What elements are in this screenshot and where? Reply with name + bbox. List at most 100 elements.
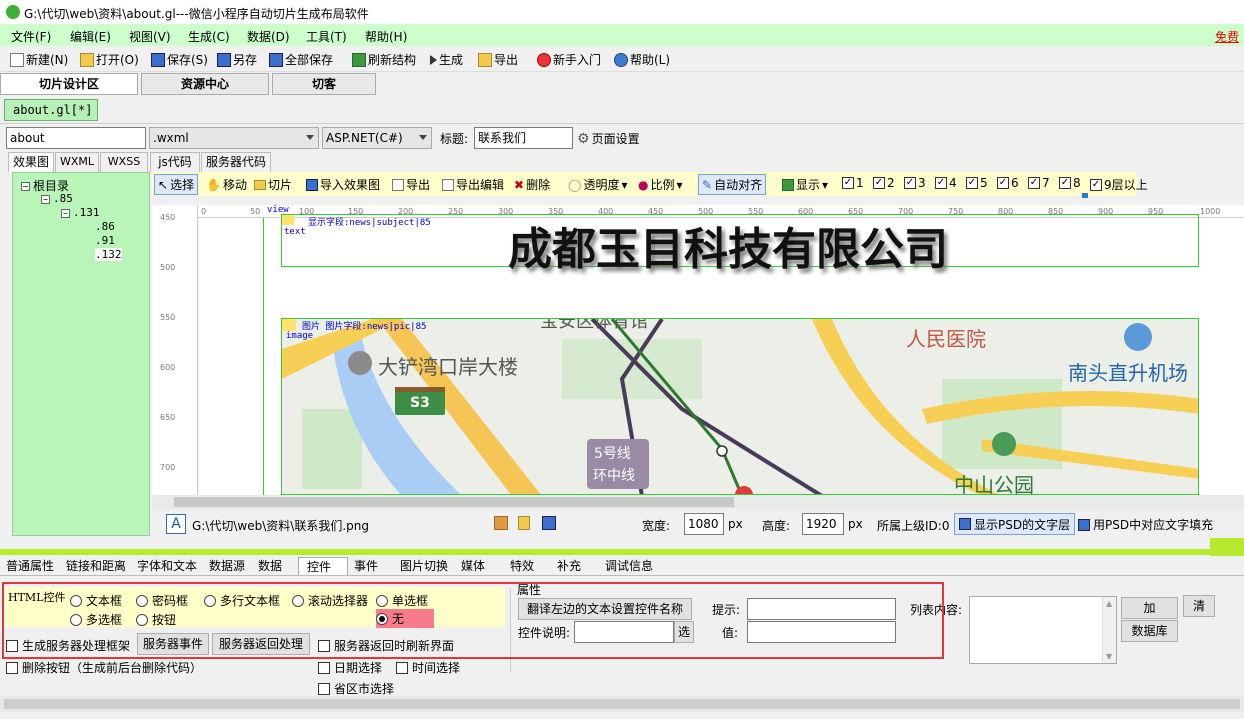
clear-button[interactable]: 清	[1183, 595, 1215, 617]
layer-9plus-checkbox[interactable]: ✓ 9层以上	[1090, 176, 1148, 193]
tab-font-text[interactable]: 字体和文本	[137, 557, 197, 575]
save-button[interactable]: 保存(S)	[151, 51, 208, 68]
panel-hscroll[interactable]	[0, 696, 1244, 712]
view-tabs: 效果图 WXML WXSS js代码 服务器代码	[0, 152, 280, 172]
layer-4-checkbox[interactable]: ✓ 4	[935, 176, 957, 190]
text-field-label: 显示字段:news|subject|85	[308, 218, 431, 228]
tab-data[interactable]: 数据	[258, 557, 282, 575]
tab-supplement[interactable]: 补充	[557, 557, 581, 575]
height-input[interactable]: 1920	[802, 513, 844, 535]
delete-button[interactable]: ✖ 删除	[514, 176, 550, 193]
layer-8-checkbox[interactable]: ✓ 8	[1059, 176, 1081, 190]
tab-datasource[interactable]: 数据源	[209, 557, 245, 575]
tree-leaf-91[interactable]: .91	[95, 234, 115, 247]
tab-preview[interactable]: 效果图	[8, 152, 54, 172]
move-tool[interactable]: ✋ 移动	[206, 176, 247, 193]
delete-button-checkbox[interactable]: 删除按钮（生成前后台删除代码）	[6, 659, 202, 676]
tab-wxss[interactable]: WXSS	[100, 152, 148, 172]
extension-select[interactable]: .wxml	[149, 127, 319, 149]
tab-js[interactable]: js代码	[150, 152, 200, 172]
database-button[interactable]: 数据库	[1121, 620, 1178, 642]
design-canvas[interactable]: view 显示字段:news|subject|85 text 成都玉目科技有限公…	[199, 205, 1244, 495]
layer-3-checkbox[interactable]: ✓ 3	[904, 176, 926, 190]
tutorial-button[interactable]: 新手入门	[537, 51, 601, 68]
menu-file[interactable]: 文件(F)	[11, 28, 51, 45]
select-tool[interactable]: ↖ 选择	[154, 174, 199, 195]
language-select[interactable]: ASP.NET(C#)	[322, 127, 432, 149]
menu-edit[interactable]: 编辑(E)	[70, 28, 111, 45]
page-settings-button[interactable]: ⚙ 页面设置	[577, 130, 640, 147]
tab-resource-center[interactable]: 资源中心	[141, 73, 269, 95]
export-slice-button[interactable]: 导出	[392, 176, 430, 193]
new-button[interactable]: 新建(N)	[10, 51, 68, 68]
checkbox-checked-icon: ✓	[904, 177, 916, 189]
tab-media[interactable]: 媒体	[461, 557, 485, 575]
export-edit-button[interactable]: 导出编辑	[442, 176, 504, 193]
tab-effects[interactable]: 特效	[510, 557, 534, 575]
menu-generate[interactable]: 生成(C)	[188, 28, 230, 45]
tab-slice-design[interactable]: 切片设计区	[0, 73, 138, 95]
tab-events[interactable]: 事件	[354, 557, 378, 575]
fill-psd-text-button[interactable]: 用PSD中对应文字填充	[1078, 516, 1213, 533]
title-input[interactable]: 联系我们	[474, 127, 573, 149]
save-all-button[interactable]: 全部保存	[269, 51, 333, 68]
layer-5-checkbox[interactable]: ✓ 5	[966, 176, 988, 190]
open-button[interactable]: 打开(O)	[80, 51, 139, 68]
list-content-textarea[interactable]: ▲ ▼	[969, 596, 1117, 664]
scroll-thumb[interactable]	[174, 497, 734, 507]
tab-server-code[interactable]: 服务器代码	[201, 152, 271, 172]
save-disk-icon[interactable]	[542, 516, 556, 530]
layer-6-checkbox[interactable]: ✓ 6	[997, 176, 1019, 190]
add-button[interactable]: 加	[1121, 597, 1178, 619]
tab-debug[interactable]: 调试信息	[605, 557, 653, 575]
layer-2-checkbox[interactable]: ✓ 2	[873, 176, 895, 190]
tree-leaf-86[interactable]: .86	[95, 220, 115, 233]
help-button[interactable]: 帮助(L)	[614, 51, 670, 68]
free-link[interactable]: 免费	[1215, 28, 1239, 45]
textarea-scrollbar[interactable]: ▲ ▼	[1102, 597, 1116, 663]
opacity-dropdown[interactable]: ◯ 透明度 ▾	[568, 176, 627, 193]
menu-data[interactable]: 数据(D)	[247, 28, 290, 45]
map-pin-icon[interactable]	[494, 516, 508, 530]
chevron-down-icon[interactable]: ▼	[1106, 652, 1112, 661]
tab-qieke[interactable]: 切客	[272, 73, 376, 95]
file-tab-about[interactable]: about.gl[*]	[4, 99, 98, 121]
date-picker-checkbox[interactable]: 日期选择	[318, 659, 382, 676]
display-dropdown[interactable]: 显示 ▾	[782, 176, 828, 193]
tree-leaf-132[interactable]: .132	[95, 248, 122, 261]
canvas-hscroll[interactable]	[152, 495, 1244, 509]
highlight-frame	[2, 582, 944, 659]
width-input[interactable]: 1080	[684, 513, 724, 535]
tab-link-distance[interactable]: 链接和距离	[66, 557, 126, 575]
generate-button[interactable]: 生成	[430, 51, 463, 68]
title-bar: G:\代切\web\资料\about.gl---微信小程序自动切片生成布局软件	[0, 0, 1244, 24]
save-as-button[interactable]: 另存	[217, 51, 257, 68]
font-icon[interactable]: A	[166, 514, 186, 534]
show-psd-text-toggle[interactable]: 显示PSD的文字层	[954, 513, 1076, 535]
slice-tool[interactable]: 切片	[254, 176, 292, 193]
menu-view[interactable]: 视图(V)	[129, 28, 171, 45]
layer-1-checkbox[interactable]: ✓ 1	[842, 176, 864, 190]
tab-wxml[interactable]: WXML	[55, 152, 99, 172]
image-slice[interactable]: 图片 图片字段:news|pic|85 image 宝安区体育馆 大铲湾口岸大楼…	[281, 318, 1199, 495]
tab-image-switch[interactable]: 图片切换	[400, 557, 448, 575]
tree-node-85[interactable]: − .85	[41, 192, 73, 205]
layer-7-checkbox[interactable]: ✓ 7	[1028, 176, 1050, 190]
tab-general[interactable]: 普通属性	[6, 557, 54, 575]
menu-help[interactable]: 帮助(H)	[365, 28, 407, 45]
text-slice[interactable]: 显示字段:news|subject|85 text 成都玉目科技有限公司	[281, 214, 1199, 275]
chevron-up-icon[interactable]: ▲	[1106, 599, 1112, 608]
ratio-dropdown[interactable]: ● 比例 ▾	[638, 176, 683, 193]
scroll-thumb[interactable]	[4, 699, 1240, 709]
tab-controls[interactable]: 控件	[298, 557, 348, 575]
page-name-input[interactable]: about	[6, 127, 146, 149]
import-image-button[interactable]: 导入效果图	[306, 176, 380, 193]
auto-align-toggle[interactable]: ✎ 自动对齐	[698, 174, 767, 195]
menu-tools[interactable]: 工具(T)	[306, 28, 347, 45]
export-button[interactable]: 导出	[478, 51, 518, 68]
open-folder-icon[interactable]	[518, 516, 530, 530]
refresh-button[interactable]: 刷新结构	[352, 51, 416, 68]
region-picker-checkbox[interactable]: 省区市选择	[318, 680, 394, 697]
time-picker-checkbox[interactable]: 时间选择	[396, 659, 460, 676]
tree-node-131[interactable]: − .131	[61, 206, 100, 219]
